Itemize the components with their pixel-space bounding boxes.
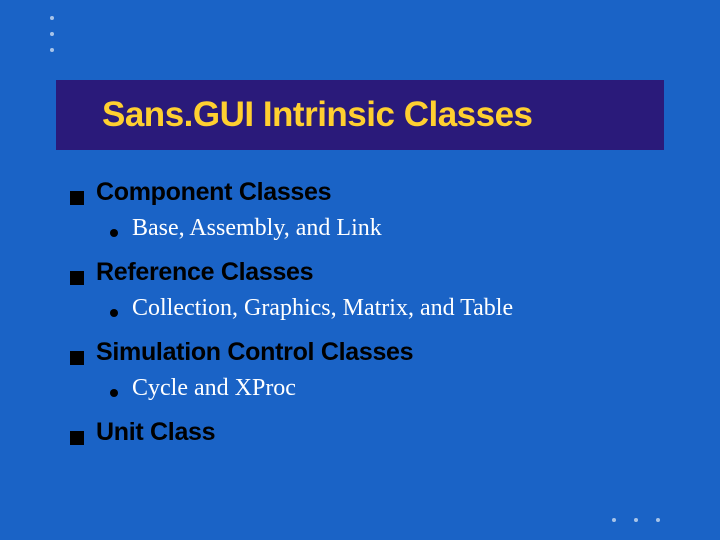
section-subtext: Base, Assembly, and Link [132,215,382,242]
section-group: Unit Class [70,418,670,447]
section-heading: Simulation Control Classes [96,338,413,367]
dot-icon [50,32,54,36]
decorative-dots-bottom [612,518,660,522]
square-bullet-icon [70,431,84,445]
round-bullet-icon [110,389,118,397]
title-bar: Sans.GUI Intrinsic Classes [56,80,664,150]
section-subtext: Cycle and XProc [132,375,296,402]
section-heading-row: Component Classes [70,178,670,207]
section-heading: Unit Class [96,418,215,447]
dot-icon [612,518,616,522]
content-area: Component Classes Base, Assembly, and Li… [70,178,670,457]
section-subtext: Collection, Graphics, Matrix, and Table [132,295,513,322]
round-bullet-icon [110,309,118,317]
dot-icon [50,48,54,52]
square-bullet-icon [70,271,84,285]
section-heading-row: Reference Classes [70,258,670,287]
section-heading: Reference Classes [96,258,313,287]
section-sub-row: Cycle and XProc [110,375,670,402]
decorative-dots-top [50,16,54,52]
round-bullet-icon [110,229,118,237]
square-bullet-icon [70,191,84,205]
section-sub-row: Base, Assembly, and Link [110,215,670,242]
dot-icon [634,518,638,522]
section-group: Reference Classes Collection, Graphics, … [70,258,670,322]
section-sub-row: Collection, Graphics, Matrix, and Table [110,295,670,322]
section-group: Component Classes Base, Assembly, and Li… [70,178,670,242]
section-group: Simulation Control Classes Cycle and XPr… [70,338,670,402]
section-heading-row: Simulation Control Classes [70,338,670,367]
section-heading: Component Classes [96,178,331,207]
section-heading-row: Unit Class [70,418,670,447]
square-bullet-icon [70,351,84,365]
dot-icon [656,518,660,522]
dot-icon [50,16,54,20]
slide-title: Sans.GUI Intrinsic Classes [102,95,533,135]
